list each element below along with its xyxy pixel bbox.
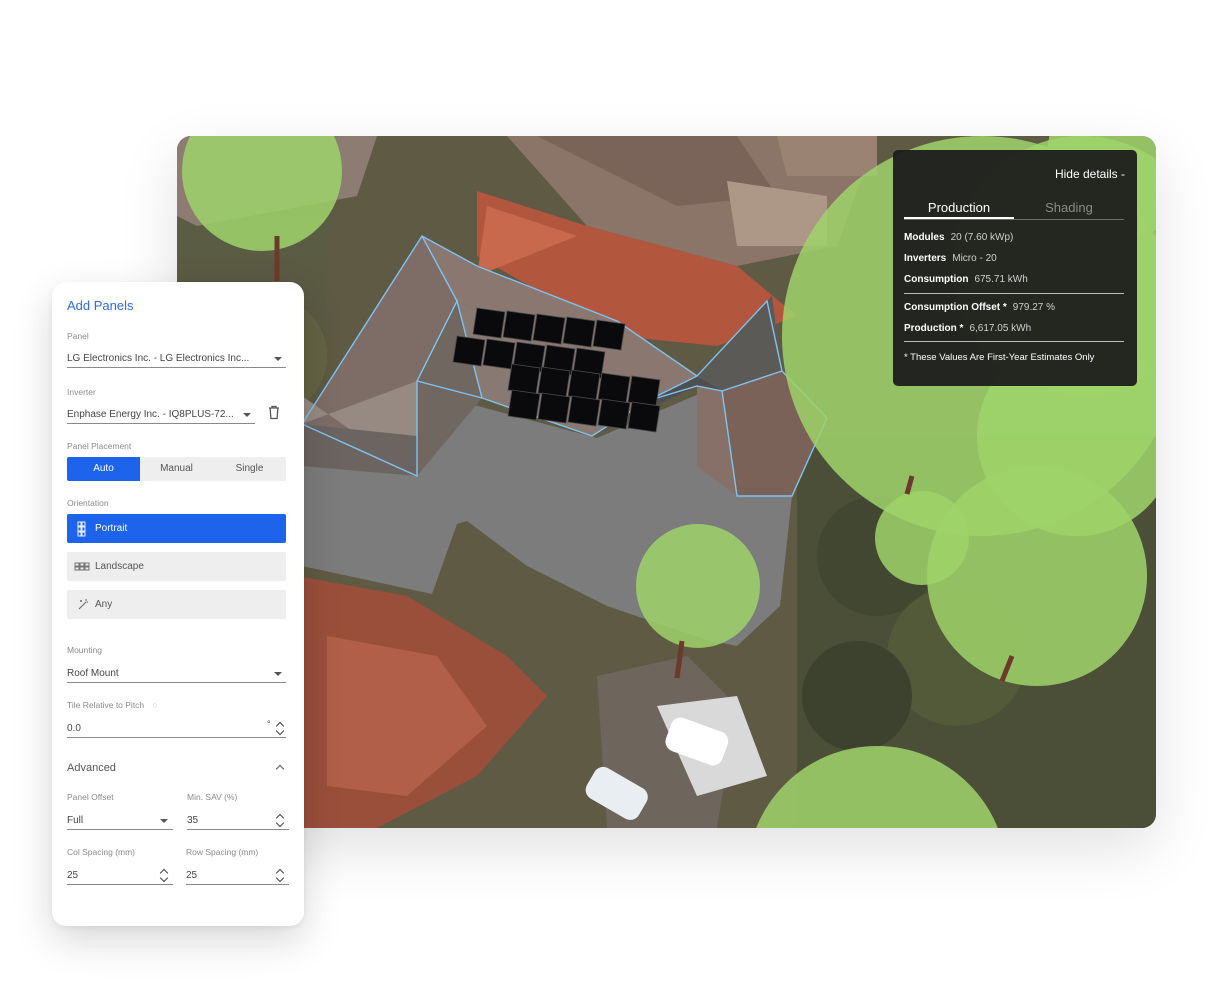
inverter-select[interactable]: Enphase Energy Inc. - IQ8PLUS-72... bbox=[67, 404, 255, 424]
magic-wand-icon bbox=[78, 599, 88, 610]
estimates-note: * These Values Are First-Year Estimates … bbox=[904, 352, 1095, 363]
chevron-down-icon bbox=[243, 413, 251, 417]
solar-panel[interactable] bbox=[507, 363, 541, 395]
min-sav-value: 35 bbox=[187, 815, 199, 826]
mounting-label: Mounting bbox=[67, 645, 102, 655]
panel-placement-label: Panel Placement bbox=[67, 441, 132, 451]
panel-offset-select[interactable]: Full bbox=[67, 810, 173, 830]
panel-label: Panel bbox=[67, 331, 89, 341]
landscape-grid-icon bbox=[74, 562, 90, 571]
solar-panel[interactable] bbox=[597, 398, 631, 430]
orientation-portrait-label: Portrait bbox=[95, 523, 128, 534]
production-row: Production * 6,617.05 kWh bbox=[904, 323, 1031, 334]
solar-panel[interactable] bbox=[452, 335, 486, 367]
tilt-input-value: 0.0 bbox=[67, 723, 81, 734]
portrait-grid-icon bbox=[77, 521, 86, 537]
min-sav-input[interactable]: 35 bbox=[187, 810, 289, 830]
panel-offset-value: Full bbox=[67, 815, 84, 826]
orientation-any-label: Any bbox=[95, 599, 113, 610]
chevron-down-icon bbox=[160, 819, 168, 823]
tilt-label: Tile Relative to Pitch ◌ bbox=[67, 700, 158, 710]
panel-offset-label: Panel Offset bbox=[67, 792, 114, 802]
tree-canopy bbox=[636, 524, 760, 648]
panel-select[interactable]: LG Electronics Inc. - LG Electronics Inc… bbox=[67, 348, 286, 368]
tilt-label-text: Tile Relative to Pitch bbox=[67, 700, 145, 710]
advanced-section-header[interactable]: Advanced bbox=[67, 762, 116, 774]
modules-row: Modules 20 (7.60 kWp) bbox=[904, 232, 1013, 243]
tab-shading[interactable]: Shading bbox=[1014, 198, 1124, 219]
placement-auto-button[interactable]: Auto bbox=[67, 457, 140, 481]
inverters-row: Inverters Micro - 20 bbox=[904, 253, 997, 264]
solar-panel[interactable] bbox=[567, 369, 601, 401]
stepper-arrows-icon[interactable] bbox=[277, 813, 284, 827]
panel-select-value: LG Electronics Inc. - LG Electronics Inc… bbox=[67, 353, 250, 364]
solar-panel[interactable] bbox=[567, 395, 601, 427]
divider bbox=[904, 293, 1124, 294]
solar-panel[interactable] bbox=[627, 401, 661, 433]
trash-icon[interactable] bbox=[267, 405, 281, 420]
placement-single-button[interactable]: Single bbox=[213, 457, 286, 481]
stepper-arrows-icon[interactable] bbox=[161, 868, 168, 882]
info-icon: ◌ bbox=[152, 700, 158, 710]
mounting-select-value: Roof Mount bbox=[67, 668, 119, 679]
col-spacing-input[interactable]: 25 bbox=[67, 865, 173, 885]
solar-panel[interactable] bbox=[597, 372, 631, 404]
solar-panel[interactable] bbox=[537, 366, 571, 398]
chevron-up-icon[interactable] bbox=[275, 764, 285, 774]
solar-panel[interactable] bbox=[532, 313, 566, 345]
consumption-offset-value: 979.27 % bbox=[1012, 302, 1056, 313]
inverters-label: Inverters bbox=[904, 253, 947, 264]
chevron-down-icon bbox=[274, 672, 282, 676]
consumption-offset-label: Consumption Offset * bbox=[904, 302, 1007, 313]
consumption-value: 675.71 kWh bbox=[974, 274, 1028, 285]
inverter-label: Inverter bbox=[67, 387, 96, 397]
orientation-any-button[interactable]: Any bbox=[67, 590, 286, 619]
chevron-down-icon bbox=[274, 357, 282, 361]
solar-panel[interactable] bbox=[592, 319, 626, 351]
production-label: Production * bbox=[904, 323, 964, 334]
tilt-input[interactable]: 0.0 ° bbox=[67, 718, 286, 738]
tree-canopy bbox=[875, 491, 969, 585]
tab-production[interactable]: Production bbox=[904, 198, 1014, 219]
panel-title: Add Panels bbox=[67, 298, 134, 313]
consumption-offset-row: Consumption Offset * 979.27 % bbox=[904, 302, 1055, 313]
solar-panel[interactable] bbox=[537, 392, 571, 424]
modules-label: Modules bbox=[904, 232, 945, 243]
orientation-portrait-button[interactable]: Portrait bbox=[67, 514, 286, 543]
col-spacing-label: Col Spacing (mm) bbox=[67, 847, 136, 857]
add-panels-panel: Add Panels Panel LG Electronics Inc. - L… bbox=[52, 282, 304, 926]
details-tabs: Production Shading bbox=[904, 198, 1124, 220]
row-spacing-value: 25 bbox=[186, 870, 198, 881]
min-sav-label: Min. SAV (%) bbox=[187, 792, 238, 802]
degree-unit: ° bbox=[267, 719, 271, 729]
solar-panel[interactable] bbox=[472, 307, 506, 339]
inverter-select-value: Enphase Energy Inc. - IQ8PLUS-72... bbox=[67, 409, 234, 420]
inverters-value: Micro - 20 bbox=[952, 253, 997, 264]
orientation-label: Orientation bbox=[67, 498, 109, 508]
row-spacing-label: Row Spacing (mm) bbox=[186, 847, 259, 857]
production-details-panel: Hide details - Production Shading Module… bbox=[893, 150, 1137, 386]
solar-panel[interactable] bbox=[482, 338, 516, 370]
mounting-select[interactable]: Roof Mount bbox=[67, 663, 286, 683]
modules-value: 20 (7.60 kWp) bbox=[950, 232, 1014, 243]
hide-details-button[interactable]: Hide details - bbox=[1055, 167, 1125, 181]
placement-manual-button[interactable]: Manual bbox=[140, 457, 213, 481]
solar-panel[interactable] bbox=[562, 316, 596, 348]
divider bbox=[904, 341, 1124, 342]
consumption-label: Consumption bbox=[904, 274, 969, 285]
tree-canopy bbox=[927, 466, 1147, 686]
consumption-row: Consumption 675.71 kWh bbox=[904, 274, 1028, 285]
production-value: 6,617.05 kWh bbox=[969, 323, 1032, 334]
orientation-landscape-button[interactable]: Landscape bbox=[67, 552, 286, 581]
col-spacing-value: 25 bbox=[67, 870, 79, 881]
panel-placement-toggle: Auto Manual Single bbox=[67, 457, 286, 481]
solar-panel[interactable] bbox=[502, 310, 536, 342]
row-spacing-input[interactable]: 25 bbox=[186, 865, 289, 885]
solar-panel[interactable] bbox=[507, 389, 541, 421]
solar-panel[interactable] bbox=[627, 375, 661, 407]
stepper-arrows-icon[interactable] bbox=[277, 721, 284, 735]
orientation-landscape-label: Landscape bbox=[95, 561, 144, 572]
stepper-arrows-icon[interactable] bbox=[277, 868, 284, 882]
